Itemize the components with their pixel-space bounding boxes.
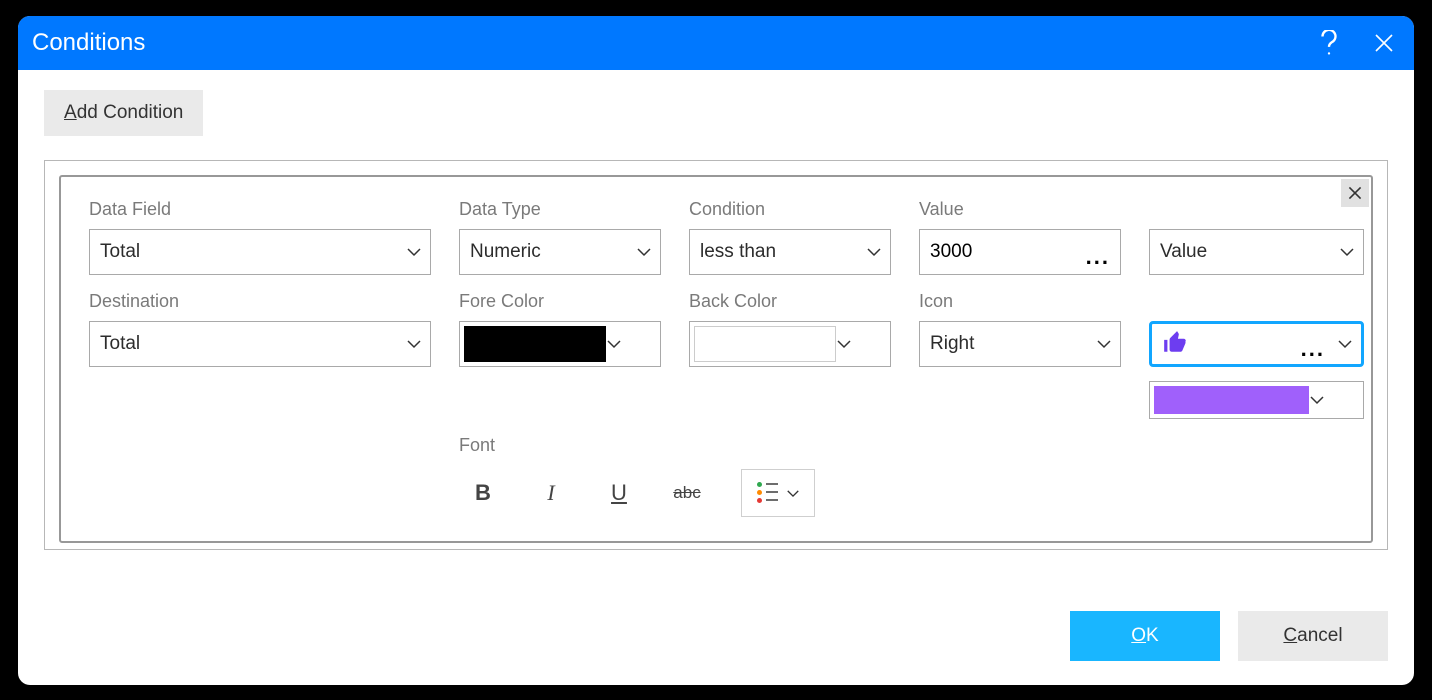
chevron-down-icon bbox=[836, 339, 852, 349]
icon-picker[interactable]: ... bbox=[1149, 321, 1364, 367]
compare-mode-value: Value bbox=[1160, 241, 1207, 263]
strikethrough-button[interactable]: abc bbox=[673, 475, 701, 511]
destination-select[interactable]: Total bbox=[89, 321, 431, 367]
ok-button[interactable]: OK bbox=[1070, 611, 1220, 661]
label-destination: Destination bbox=[89, 291, 431, 315]
chevron-down-icon bbox=[1096, 339, 1112, 349]
dialog-body: Add Condition Data Field Total bbox=[18, 70, 1414, 685]
add-condition-label-tail: dd Condition bbox=[77, 102, 184, 123]
remove-condition-button[interactable] bbox=[1341, 179, 1369, 207]
font-list-dropdown[interactable] bbox=[741, 469, 815, 517]
thumbs-up-icon bbox=[1160, 329, 1190, 360]
chevron-down-icon bbox=[786, 483, 800, 503]
fore-color-select[interactable] bbox=[459, 321, 661, 367]
compare-mode-select[interactable]: Value bbox=[1149, 229, 1364, 275]
chevron-down-icon bbox=[406, 247, 422, 257]
bold-button[interactable]: B bbox=[469, 475, 497, 511]
underline-button[interactable]: U bbox=[605, 475, 633, 511]
condition-card: Data Field Total Data Type Num bbox=[59, 175, 1373, 543]
close-button[interactable] bbox=[1354, 16, 1414, 70]
label-data-type: Data Type bbox=[459, 199, 661, 223]
cancel-button[interactable]: Cancel bbox=[1238, 611, 1388, 661]
list-bullets-icon bbox=[757, 482, 778, 504]
value-text: 3000 bbox=[930, 241, 972, 263]
data-field-select[interactable]: Total bbox=[89, 229, 431, 275]
value-ellipsis-button[interactable]: ... bbox=[1086, 244, 1110, 270]
label-back-color: Back Color bbox=[689, 291, 891, 315]
chevron-down-icon bbox=[1339, 247, 1355, 257]
data-type-select[interactable]: Numeric bbox=[459, 229, 661, 275]
conditions-dialog: Conditions Add Condition bbox=[18, 16, 1414, 685]
data-type-value: Numeric bbox=[470, 241, 541, 263]
label-icon: Icon bbox=[919, 291, 1121, 315]
titlebar: Conditions bbox=[18, 16, 1414, 70]
chevron-down-icon bbox=[636, 247, 652, 257]
italic-button[interactable]: I bbox=[537, 475, 565, 511]
condition-select[interactable]: less than bbox=[689, 229, 891, 275]
label-font: Font bbox=[459, 435, 815, 459]
chevron-down-icon bbox=[606, 339, 622, 349]
back-color-swatch bbox=[694, 326, 836, 362]
back-color-select[interactable] bbox=[689, 321, 891, 367]
label-fore-color: Fore Color bbox=[459, 291, 661, 315]
label-value: Value bbox=[919, 199, 1121, 223]
icon-position-select[interactable]: Right bbox=[919, 321, 1121, 367]
icon-color-select[interactable] bbox=[1149, 381, 1364, 419]
icon-color-swatch bbox=[1154, 386, 1309, 414]
dialog-title: Conditions bbox=[32, 29, 145, 57]
icon-position-value: Right bbox=[930, 333, 974, 355]
data-field-value: Total bbox=[100, 241, 140, 263]
dialog-footer: OK Cancel bbox=[1070, 611, 1388, 661]
help-button[interactable] bbox=[1304, 16, 1354, 70]
condition-value: less than bbox=[700, 241, 776, 263]
chevron-down-icon bbox=[406, 339, 422, 349]
destination-value: Total bbox=[100, 333, 140, 355]
chevron-down-icon bbox=[866, 247, 882, 257]
add-condition-button[interactable]: Add Condition bbox=[44, 90, 203, 136]
conditions-list: Data Field Total Data Type Num bbox=[44, 160, 1388, 550]
value-input[interactable]: 3000 ... bbox=[919, 229, 1121, 275]
label-condition: Condition bbox=[689, 199, 891, 223]
font-toolbar: B I U abc bbox=[459, 469, 815, 517]
chevron-down-icon bbox=[1309, 395, 1325, 405]
chevron-down-icon bbox=[1337, 339, 1353, 349]
label-data-field: Data Field bbox=[89, 199, 431, 223]
icon-ellipsis-button[interactable]: ... bbox=[1301, 336, 1325, 362]
fore-color-swatch bbox=[464, 326, 606, 362]
